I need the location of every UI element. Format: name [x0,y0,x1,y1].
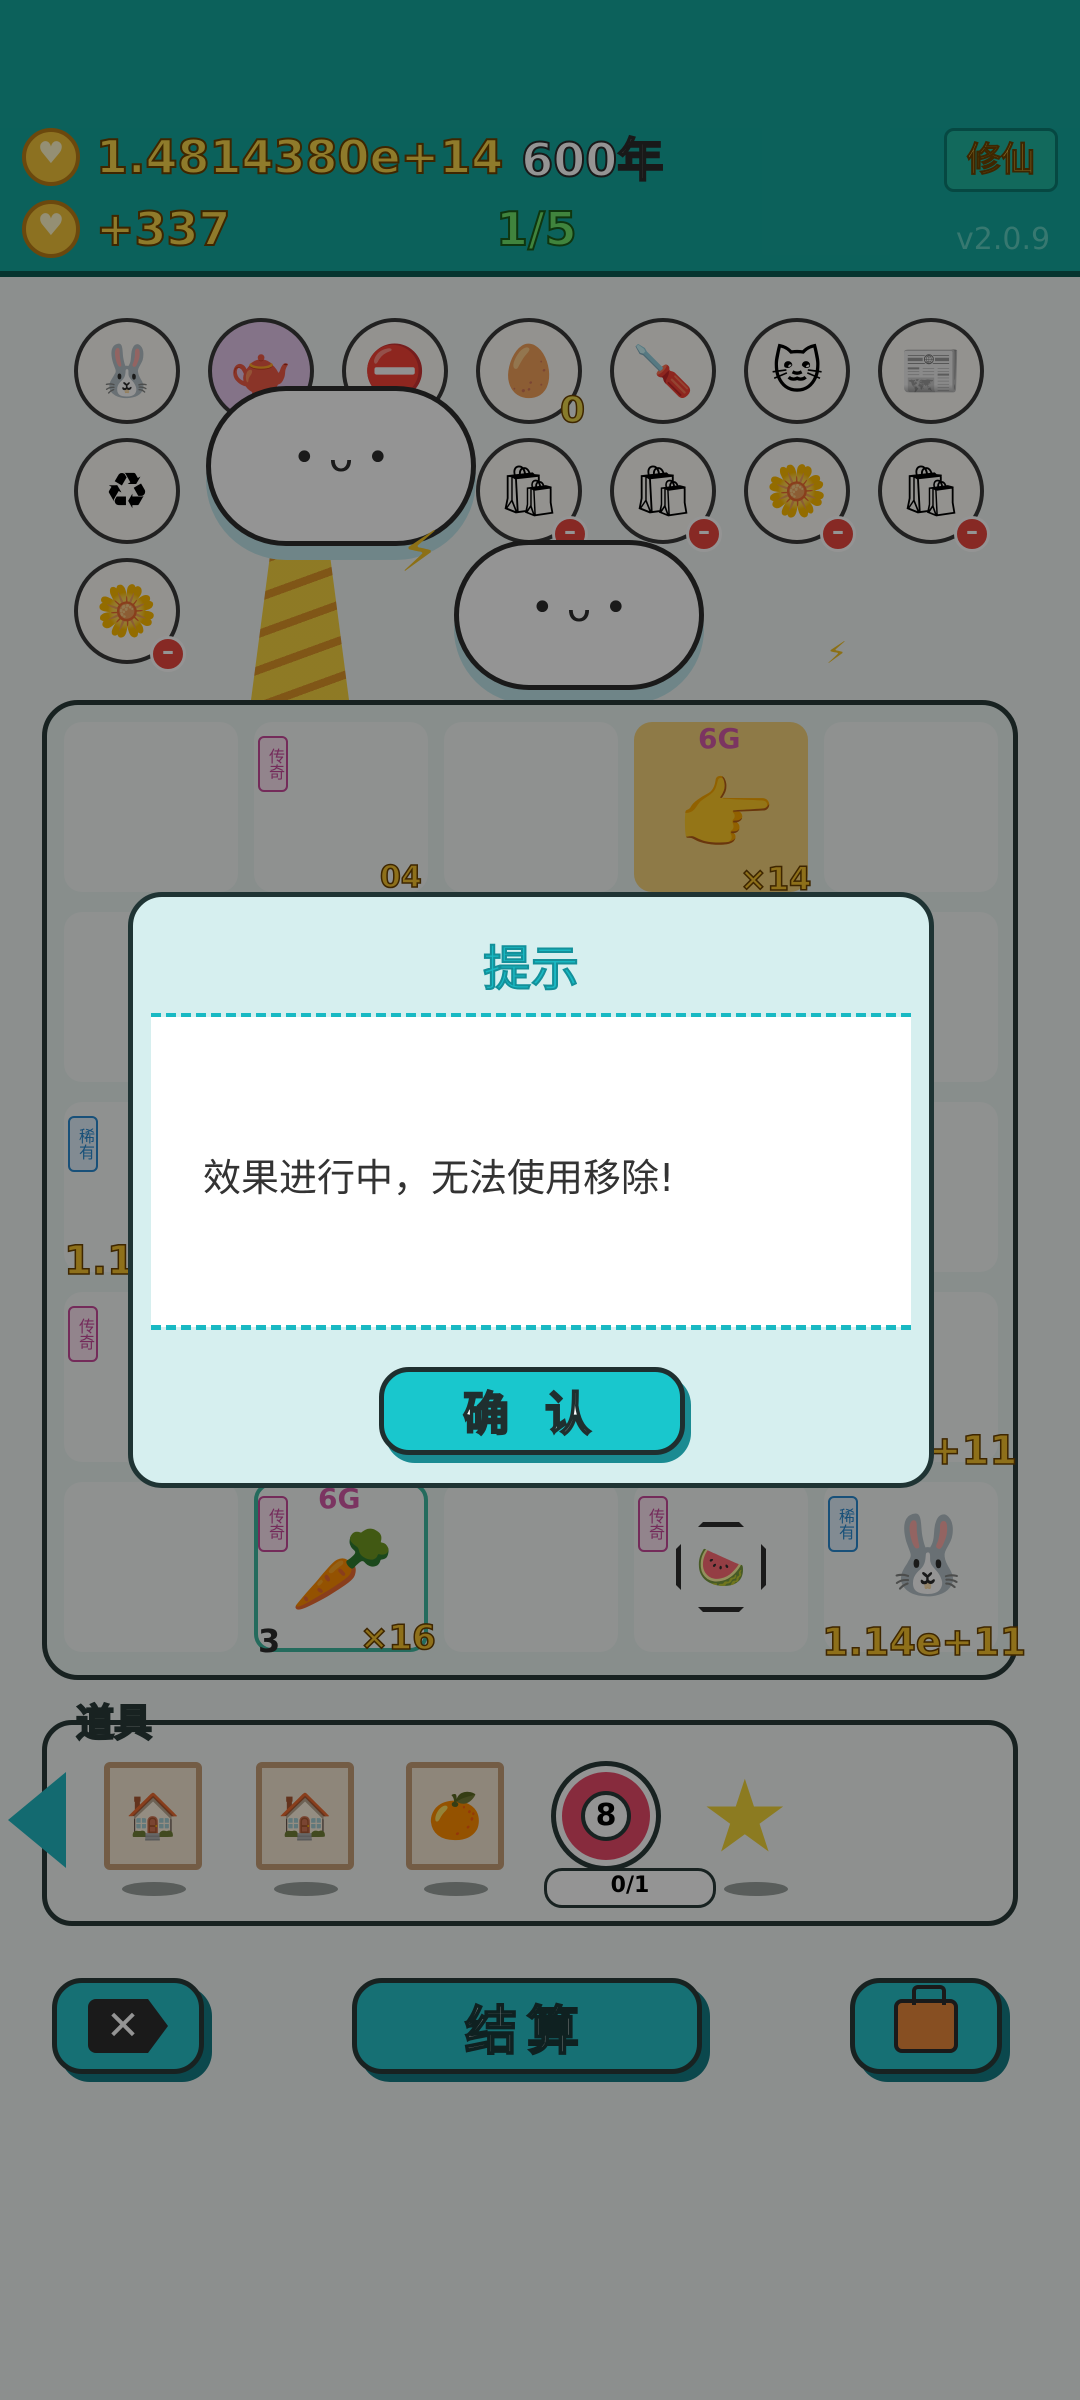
confirm-label: 确 认 [462,1386,601,1442]
dialog-title: 提示 [482,941,580,998]
dialog-divider-bottom [151,1325,911,1330]
dialog-message: 效果进行中，无法使用移除! [203,1156,675,1200]
notice-dialog: 提示 效果进行中，无法使用移除! 确 认 [128,892,934,1488]
confirm-button[interactable]: 确 认 [379,1367,685,1455]
